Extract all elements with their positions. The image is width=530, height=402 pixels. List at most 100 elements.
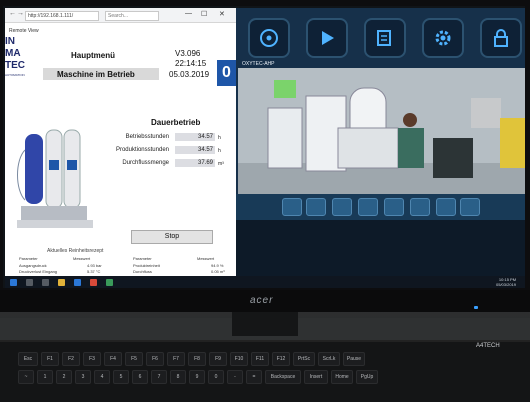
table-cell: Produktreinheit xyxy=(133,263,160,268)
stop-button[interactable]: Stop xyxy=(131,230,213,244)
key[interactable]: 3 xyxy=(75,370,91,384)
logo-line-3: TEC xyxy=(5,60,25,71)
key[interactable]: ~ xyxy=(18,370,34,384)
lock-icon xyxy=(494,29,508,47)
key[interactable]: F7 xyxy=(167,352,185,366)
row-value-production-hours: 34.57 xyxy=(175,146,215,154)
table-cell: Durchfluss xyxy=(133,269,152,274)
snapshot-icon[interactable] xyxy=(306,198,326,216)
table-header: Parameter xyxy=(19,256,38,261)
table-cell: Druckverlust Eingang xyxy=(19,269,58,274)
settings-button[interactable] xyxy=(422,18,464,58)
keyboard-function-row: Esc F1 F2 F3 F4 F5 F6 F7 F8 F9 F10 F11 F… xyxy=(18,352,365,366)
row-label-flow: Durchflussmenge xyxy=(122,160,169,166)
key[interactable]: F12 xyxy=(272,352,290,366)
key[interactable]: 0 xyxy=(208,370,224,384)
date-text: 05.03.2019 xyxy=(169,70,210,79)
generator-illustration xyxy=(17,129,93,228)
task-view-icon[interactable] xyxy=(42,279,49,286)
key[interactable]: Esc xyxy=(18,352,38,366)
key[interactable]: ScrLk xyxy=(318,352,340,366)
search-icon[interactable] xyxy=(26,279,33,286)
key[interactable]: 1 xyxy=(37,370,53,384)
file-explorer-icon[interactable] xyxy=(58,279,65,286)
key[interactable]: F6 xyxy=(146,352,164,366)
table-header: Messwert xyxy=(73,256,91,261)
key[interactable]: F10 xyxy=(230,352,248,366)
minimize-button[interactable]: — xyxy=(185,10,192,17)
key[interactable]: 4 xyxy=(94,370,110,384)
key[interactable]: F5 xyxy=(125,352,143,366)
key[interactable]: 9 xyxy=(189,370,205,384)
row-unit-flow: m³ xyxy=(218,161,224,167)
settings-icon xyxy=(435,30,451,46)
layout-4-icon[interactable] xyxy=(460,198,480,216)
power-led xyxy=(474,306,478,309)
volume-icon[interactable] xyxy=(282,198,302,216)
table-cell: 4.93 bar xyxy=(87,263,102,268)
address-bar[interactable]: http://192.168.1.111/ xyxy=(25,11,99,21)
key[interactable]: F11 xyxy=(251,352,269,366)
lock-button[interactable] xyxy=(480,18,522,58)
key[interactable]: F9 xyxy=(209,352,227,366)
menu-title: Hauptmenü xyxy=(71,51,115,60)
company-logo: IN MA TEC AUTOMATION xyxy=(5,34,43,80)
camera-reel-button[interactable] xyxy=(248,18,290,58)
recipe-label: Aktuelles Reinheitsrezept xyxy=(47,248,104,254)
taskbar-clock[interactable]: 10:15 PM 05/03/2019 xyxy=(496,277,516,287)
key[interactable]: 6 xyxy=(132,370,148,384)
key[interactable]: 8 xyxy=(170,370,186,384)
camera-video-feed[interactable] xyxy=(238,68,525,194)
notes-icon xyxy=(377,30,391,46)
taskbar xyxy=(5,276,525,288)
row-unit-production-hours: h xyxy=(218,148,221,154)
keyboard-number-row: ~ 1 2 3 4 5 6 7 8 9 0 - = Backspace Inse… xyxy=(18,370,378,384)
camera-app-lower-panel xyxy=(236,220,525,276)
app-icon[interactable] xyxy=(90,279,97,286)
layout-2-icon[interactable] xyxy=(436,198,456,216)
camera-control-bar xyxy=(236,194,525,220)
key[interactable]: Backspace xyxy=(265,370,301,384)
forward-icon[interactable]: → xyxy=(17,10,24,17)
key[interactable]: Pause xyxy=(343,352,365,366)
close-button[interactable]: ✕ xyxy=(219,10,225,18)
key[interactable]: F3 xyxy=(83,352,101,366)
play-button[interactable] xyxy=(306,18,348,58)
back-icon[interactable]: ← xyxy=(9,10,16,17)
machine-status: Maschine im Betrieb xyxy=(57,70,135,79)
key[interactable]: - xyxy=(227,370,243,384)
notes-button[interactable] xyxy=(364,18,406,58)
key[interactable]: F8 xyxy=(188,352,206,366)
record-icon[interactable] xyxy=(332,198,352,216)
play-icon xyxy=(322,31,334,45)
layout-1-icon[interactable] xyxy=(410,198,430,216)
key[interactable]: 7 xyxy=(151,370,167,384)
table-cell: 94.9 % xyxy=(211,263,224,268)
row-unit-operating-hours: h xyxy=(218,135,221,141)
monitor-stand xyxy=(232,312,298,336)
key[interactable]: 5 xyxy=(113,370,129,384)
fullscreen-icon[interactable] xyxy=(384,198,404,216)
logo-line-1: IN xyxy=(5,36,15,47)
table-cell: Ausgangsdruck xyxy=(19,263,47,268)
key[interactable]: 2 xyxy=(56,370,72,384)
key[interactable]: PgUp xyxy=(356,370,378,384)
browser-window: ← → http://192.168.1.111/ Search... — ☐ … xyxy=(5,8,236,276)
table-header: Messwert xyxy=(197,256,215,261)
camera-app-icon[interactable] xyxy=(106,279,113,286)
key[interactable]: F1 xyxy=(41,352,59,366)
camera-label: OXYTEC-AHP xyxy=(242,61,275,67)
key[interactable]: Home xyxy=(331,370,353,384)
key[interactable]: Insert xyxy=(304,370,328,384)
key[interactable]: F4 xyxy=(104,352,122,366)
zoom-icon[interactable] xyxy=(358,198,378,216)
start-icon[interactable] xyxy=(10,279,17,286)
row-label-operating-hours: Betriebsstunden xyxy=(125,134,169,140)
key[interactable]: PrtSc xyxy=(293,352,315,366)
search-input[interactable]: Search... xyxy=(105,11,159,21)
key[interactable]: F2 xyxy=(62,352,80,366)
key[interactable]: = xyxy=(246,370,262,384)
browser-icon[interactable] xyxy=(74,279,81,286)
version-text: V3.096 xyxy=(175,49,201,58)
maximize-button[interactable]: ☐ xyxy=(201,10,207,18)
